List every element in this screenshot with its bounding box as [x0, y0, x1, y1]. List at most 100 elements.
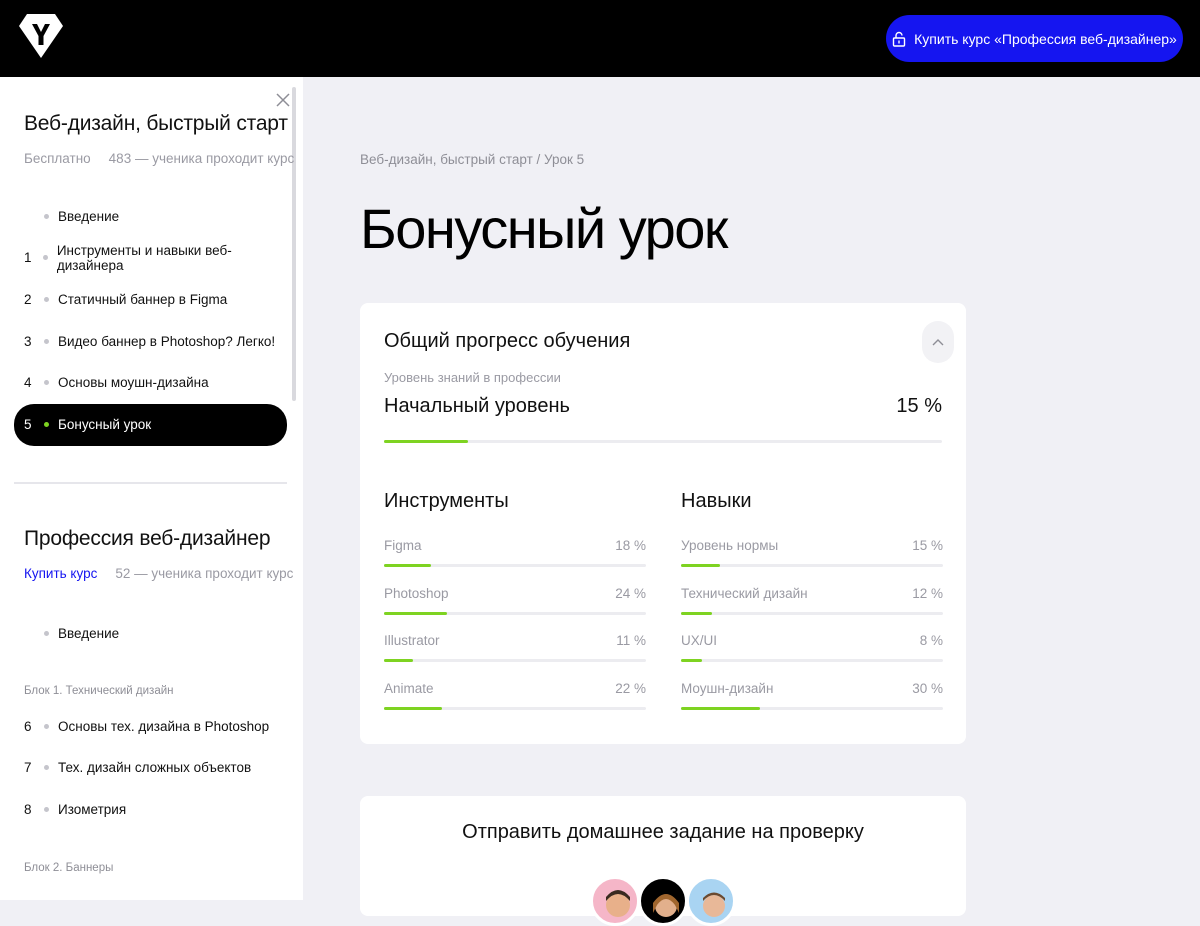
sidebar-scrollbar[interactable]	[292, 87, 296, 401]
lesson-number: 2	[24, 291, 32, 307]
course-title: Веб-дизайн, быстрый старт	[24, 112, 288, 135]
level-percent: 15 %	[896, 395, 942, 417]
tool-progress-fill	[384, 564, 432, 567]
tool-progress-fill	[384, 611, 447, 615]
lesson-dot-icon	[44, 723, 49, 729]
skill-progress-track	[681, 706, 943, 710]
lesson-item[interactable]: 5 Бонусный урок	[14, 403, 287, 446]
course-title-pro: Профессия веб-дизайнер	[24, 527, 271, 550]
lesson-dot-icon	[44, 422, 49, 427]
tool-label: Illustrator	[384, 633, 440, 648]
skill-label: UX/UI	[681, 633, 718, 648]
lesson-number: 4	[24, 375, 32, 391]
lesson-item[interactable]: 3 Видео баннер в Photoshop? Легко!	[14, 320, 287, 362]
lesson-number: 8	[24, 801, 32, 817]
person-icon	[606, 890, 630, 917]
tool-label: Figma	[384, 538, 422, 553]
tool-percent: 11 %	[616, 633, 646, 648]
buy-course-button[interactable]: Купить курс «Профессия веб-дизайнер»	[886, 15, 1183, 62]
avatar	[638, 876, 688, 926]
skill-progress-fill	[681, 564, 721, 567]
lesson-dot-icon	[44, 630, 49, 636]
lesson-number: 1	[24, 250, 32, 266]
level-progress-fill	[384, 440, 468, 443]
course-price: Бесплатно	[24, 151, 91, 166]
collapse-button-bg[interactable]	[922, 321, 954, 363]
homework-title: Отправить домашнее задание на проверку	[462, 821, 864, 843]
avatar	[686, 876, 736, 926]
person-icon	[703, 892, 725, 917]
tool-percent: 18 %	[615, 538, 646, 553]
lesson-dot-icon	[43, 255, 48, 261]
lesson-item[interactable]: 4 Основы моушн-дизайна	[14, 362, 287, 404]
lesson-item[interactable]: 6 Основы тех. дизайна в Photoshop	[14, 705, 287, 747]
tool-label: Photoshop	[384, 585, 449, 601]
skill-progress-fill	[681, 659, 702, 662]
tool-progress-track	[384, 659, 646, 662]
skill-progress-track	[681, 659, 943, 662]
lesson-number: 6	[24, 718, 32, 734]
person-icon	[653, 894, 679, 917]
tool-progress-fill	[384, 706, 442, 710]
lesson-label: Бонусный урок	[58, 417, 152, 432]
lesson-number: 5	[24, 417, 32, 432]
lesson-dot-icon	[44, 213, 49, 219]
skill-label: Технический дизайн	[681, 585, 808, 601]
sidebar-divider	[14, 482, 287, 484]
course-meta-pro: Купить курс 52 — ученика проходит курс	[24, 566, 293, 581]
tools-title: Инструменты	[384, 490, 509, 512]
page-title: Бонусный урок	[360, 197, 728, 260]
skill-percent: 30 %	[912, 680, 943, 696]
logo-icon[interactable]	[18, 12, 64, 60]
lesson-item-intro-pro[interactable]: Введение	[14, 612, 287, 654]
lesson-number: 3	[24, 333, 32, 349]
skill-label: Моушн-дизайн	[681, 680, 774, 696]
skill-percent: 15 %	[912, 538, 943, 553]
lesson-item[interactable]: Введение	[14, 195, 287, 237]
lesson-item[interactable]: 1 Инструменты и навыки веб-дизайнера	[14, 237, 287, 279]
lock-icon	[892, 31, 906, 47]
skills-title: Навыки	[681, 490, 752, 512]
lesson-label: Введение	[58, 625, 120, 641]
skill-progress-track	[681, 611, 943, 615]
breadcrumb[interactable]: Веб-дизайн, быстрый старт / Урок 5	[360, 152, 584, 167]
tool-progress-track	[384, 611, 646, 615]
avatar	[590, 876, 640, 926]
level-label: Начальный уровень	[384, 395, 570, 417]
tool-percent: 24 %	[615, 585, 646, 601]
lesson-dot-icon	[44, 765, 49, 771]
level-progress-track	[384, 440, 942, 443]
lesson-item[interactable]: 7 Тех. дизайн сложных объектов	[14, 747, 287, 789]
buy-course-link[interactable]: Купить курс	[24, 566, 97, 581]
buy-course-label: Купить курс «Профессия веб-дизайнер»	[914, 30, 1177, 47]
lesson-dot-icon	[44, 338, 49, 344]
skill-label: Уровень нормы	[681, 538, 779, 553]
lesson-item[interactable]: 2 Статичный баннер в Figma	[14, 278, 287, 320]
skill-percent: 8 %	[919, 633, 943, 648]
lesson-label: Тех. дизайн сложных объектов	[58, 760, 252, 776]
progress-title: Общий прогресс обучения	[384, 330, 631, 352]
lesson-label: Изометрия	[58, 801, 127, 817]
lesson-label: Видео баннер в Photoshop? Легко!	[58, 333, 276, 349]
lesson-dot-icon	[44, 806, 49, 812]
lesson-label: Введение	[58, 208, 120, 224]
skill-percent: 12 %	[912, 585, 943, 601]
tool-progress-fill	[384, 659, 413, 662]
close-icon[interactable]	[274, 91, 292, 109]
progress-subtitle: Уровень знаний в профессии	[384, 370, 561, 385]
skill-progress-fill	[681, 706, 760, 710]
skill-progress-fill	[681, 611, 713, 615]
lesson-item[interactable]: 8 Изометрия	[14, 788, 287, 830]
tool-progress-track	[384, 564, 646, 567]
collapse-button[interactable]	[922, 321, 954, 363]
block-label: Блок 1. Технический дизайн	[24, 685, 174, 697]
course-meta: Бесплатно 483 — ученика проходит курс	[24, 151, 294, 166]
lesson-dot-icon	[44, 380, 49, 386]
top-header: Купить курс «Профессия веб-дизайнер»	[0, 0, 1200, 77]
tool-progress-track	[384, 706, 646, 710]
progress-card: Общий прогресс обучения Уровень знаний в…	[360, 303, 966, 744]
skill-progress-track	[681, 564, 943, 567]
lesson-label: Инструменты и навыки веб-дизайнера	[56, 242, 232, 273]
chevron-up-icon	[932, 339, 944, 346]
course-students: 483 — ученика проходит курс	[108, 151, 295, 166]
